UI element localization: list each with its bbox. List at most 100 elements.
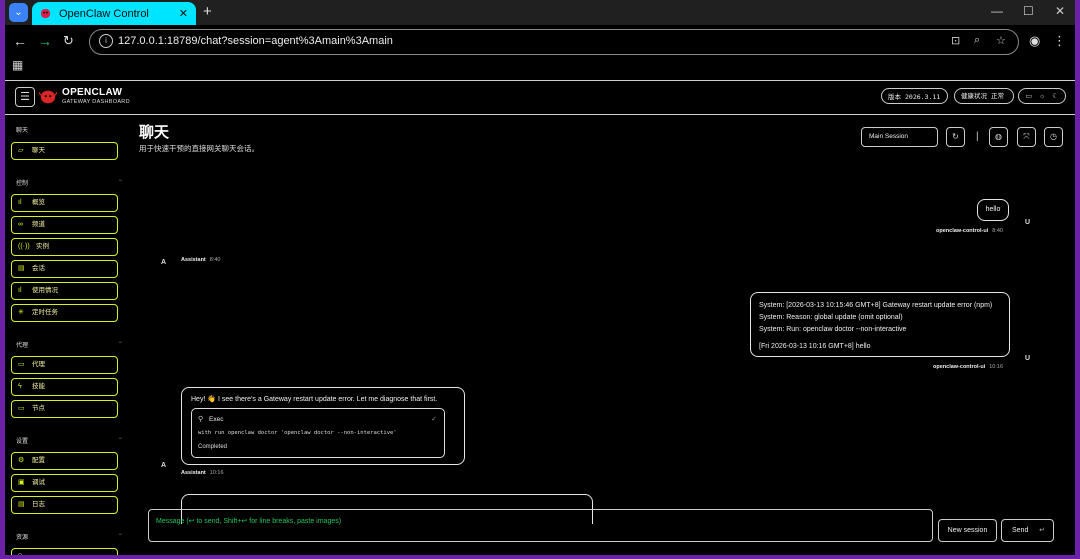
message-meta: Assistant 8:40 bbox=[181, 257, 221, 263]
forward-icon[interactable]: → bbox=[38, 32, 52, 50]
send-button[interactable]: Send ↵ bbox=[1001, 519, 1054, 542]
fullscreen-button[interactable]: ⤧ bbox=[1017, 127, 1036, 147]
message-placeholder: Message (↩ to send, Shift+↩ for line bre… bbox=[156, 518, 342, 525]
sidebar-item-agents[interactable]: ▭ 代理 bbox=[11, 356, 118, 374]
sidebar-item-logs[interactable]: ▤ 日志 bbox=[11, 496, 118, 514]
close-window-icon[interactable]: ✕ bbox=[1055, 4, 1065, 18]
toolbar-divider: | bbox=[976, 131, 979, 142]
zap-icon: ϟ bbox=[18, 383, 22, 390]
minimize-icon[interactable]: — bbox=[991, 4, 1003, 18]
browser-menu-icon[interactable]: ⋮ bbox=[1053, 32, 1066, 50]
focus-button[interactable]: ◍ bbox=[989, 127, 1008, 147]
maximize-icon[interactable]: ☐ bbox=[1023, 4, 1034, 18]
version-value: 2026.3.11 bbox=[905, 93, 941, 101]
tool-icon: ⚲ bbox=[198, 416, 204, 423]
monitor-icon[interactable]: ▭ bbox=[1025, 89, 1032, 103]
session-select[interactable]: Main Session bbox=[861, 127, 938, 147]
zoom-icon[interactable]: ⌕ bbox=[974, 34, 980, 47]
file-text-icon: ▤ bbox=[18, 501, 25, 508]
check-icon: ✓ bbox=[431, 416, 437, 423]
tool-command: with run openclaw doctor 'openclaw docto… bbox=[198, 430, 397, 436]
sidebar-section-control[interactable]: 控制 − bbox=[16, 178, 122, 187]
tab-search-button[interactable]: ⌄ bbox=[9, 3, 28, 22]
bookmark-star-icon[interactable]: ☆ bbox=[996, 34, 1006, 47]
theme-toggle[interactable]: ▭ ☼ ☾ bbox=[1018, 88, 1066, 104]
avatar: U bbox=[1025, 355, 1031, 362]
refresh-icon: ↻ bbox=[952, 132, 959, 141]
bar-chart-icon: ıl bbox=[18, 199, 22, 206]
translate-icon[interactable]: ⊡ bbox=[951, 34, 960, 47]
brain-icon: ◍ bbox=[995, 132, 1002, 141]
url-text: 127.0.0.1:18789/chat?session=agent%3Amai… bbox=[118, 35, 393, 47]
reload-icon[interactable]: ↻ bbox=[63, 32, 74, 50]
health-badge: 健康状况 正常 bbox=[954, 88, 1014, 104]
sidebar-item-skills[interactable]: ϟ 技能 bbox=[11, 378, 118, 396]
brand-subtitle: GATEWAY DASHBOARD bbox=[62, 99, 130, 105]
bug-icon: ▣ bbox=[18, 479, 25, 486]
sidebar-item-debug[interactable]: ▣ 调试 bbox=[11, 474, 118, 492]
tool-status: Completed bbox=[198, 444, 228, 450]
message-text: hello bbox=[985, 206, 1001, 213]
new-session-button[interactable]: New session bbox=[938, 519, 997, 542]
sidebar-item-sessions[interactable]: ▤ 会话 bbox=[11, 260, 118, 278]
version-label: 版本 bbox=[888, 94, 901, 101]
openclaw-logo-icon bbox=[39, 90, 57, 104]
app-header: ☰ OPENCLAW GATEWAY DASHBOARD 版本 2026.3.11… bbox=[5, 80, 1075, 115]
send-label: Send bbox=[1012, 527, 1029, 534]
message-text: Hey! 👋 I see there's a Gateway restart u… bbox=[191, 396, 438, 403]
tab-title: OpenClaw Control bbox=[59, 7, 149, 20]
sidebar: 聊天 ▱ 聊天 控制 − ıl 概览 ∞ 频道 ((·)) 实例 ▤ 会话 ıl 使用情况 ✳… bbox=[5, 114, 133, 555]
chat-icon: ▱ bbox=[18, 147, 24, 154]
sidebar-section-settings[interactable]: 设置 − bbox=[16, 436, 122, 445]
site-info-icon[interactable]: i bbox=[99, 34, 113, 48]
refresh-button[interactable]: ↻ bbox=[946, 127, 965, 147]
sidebar-item-nodes[interactable]: ▭ 节点 bbox=[11, 400, 118, 418]
message-line: [Fri 2026-03-13 10:16 GMT+8] hello bbox=[759, 343, 871, 350]
bar-chart-icon: ıl bbox=[18, 287, 22, 294]
message-input[interactable]: Message (↩ to send, Shift+↩ for line bre… bbox=[148, 509, 933, 542]
sidebar-item-docs[interactable]: ▯ bbox=[11, 548, 118, 555]
sun-icon[interactable]: ☼ bbox=[1039, 89, 1045, 103]
sidebar-item-instances[interactable]: ((·)) 实例 bbox=[11, 238, 118, 256]
tool-call-card[interactable]: ⚲ Exec ✓ with run openclaw doctor 'openc… bbox=[191, 408, 445, 458]
expand-icon: ⤧ bbox=[1023, 132, 1030, 141]
apps-grid-icon[interactable]: ▦ bbox=[12, 58, 23, 72]
bookmarks-bar: ▦ bbox=[5, 58, 1075, 76]
message-meta: openclaw-control-ui 8:40 bbox=[936, 228, 1003, 234]
moon-icon[interactable]: ☾ bbox=[1052, 89, 1058, 103]
enter-icon: ↵ bbox=[1039, 527, 1045, 534]
book-icon: ▯ bbox=[18, 549, 22, 555]
browser-toolbar: ← → ↻ i 127.0.0.1:18789/chat?session=age… bbox=[5, 25, 1075, 58]
profile-icon[interactable]: ◉ bbox=[1029, 32, 1040, 50]
tab-close-icon[interactable]: ✕ bbox=[179, 7, 188, 20]
address-bar[interactable]: i 127.0.0.1:18789/chat?session=agent%3Am… bbox=[89, 29, 1019, 55]
sidebar-item-chat[interactable]: ▱ 聊天 bbox=[11, 142, 118, 160]
version-badge: 版本 2026.3.11 bbox=[881, 88, 948, 104]
sidebar-section-agent[interactable]: 代理 − bbox=[16, 340, 122, 349]
user-message-bubble: hello bbox=[977, 199, 1009, 221]
message-line: System: Reason: global update (omit opti… bbox=[759, 314, 903, 321]
sidebar-section-resources[interactable]: 资源 − bbox=[16, 532, 122, 541]
browser-tab[interactable]: OpenClaw Control ✕ bbox=[32, 2, 196, 25]
browser-window: ⌄ OpenClaw Control ✕ + — ☐ ✕ ← → ↻ i 127… bbox=[5, 0, 1075, 555]
tab-bar: ⌄ OpenClaw Control ✕ + — ☐ ✕ bbox=[5, 0, 1075, 25]
sidebar-item-cron[interactable]: ✳ 定时任务 bbox=[11, 304, 118, 322]
menu-toggle-button[interactable]: ☰ bbox=[15, 87, 35, 107]
sidebar-item-channels[interactable]: ∞ 频道 bbox=[11, 216, 118, 234]
message-line: System: [2026-03-13 10:15:46 GMT+8] Gate… bbox=[759, 302, 993, 309]
user-message-bubble: System: [2026-03-13 10:15:46 GMT+8] Gate… bbox=[750, 292, 1010, 357]
back-icon[interactable]: ← bbox=[13, 32, 27, 50]
health-value: 正常 bbox=[991, 93, 1004, 100]
message-meta: Assistant 10:16 bbox=[181, 470, 224, 476]
history-button[interactable]: ◷ bbox=[1044, 127, 1063, 147]
sidebar-item-usage[interactable]: ıl 使用情况 bbox=[11, 282, 118, 300]
clock-icon: ◷ bbox=[1050, 132, 1057, 141]
sidebar-item-overview[interactable]: ıl 概览 bbox=[11, 194, 118, 212]
new-tab-button[interactable]: + bbox=[203, 3, 212, 20]
monitor-icon: ▭ bbox=[18, 405, 25, 412]
radio-icon: ((·)) bbox=[18, 243, 30, 250]
settings-icon: ⚙ bbox=[18, 457, 25, 464]
sidebar-section-chat[interactable]: 聊天 bbox=[16, 125, 122, 134]
sidebar-item-config[interactable]: ⚙ 配置 bbox=[11, 452, 118, 470]
page-title: 聊天 bbox=[139, 124, 170, 141]
